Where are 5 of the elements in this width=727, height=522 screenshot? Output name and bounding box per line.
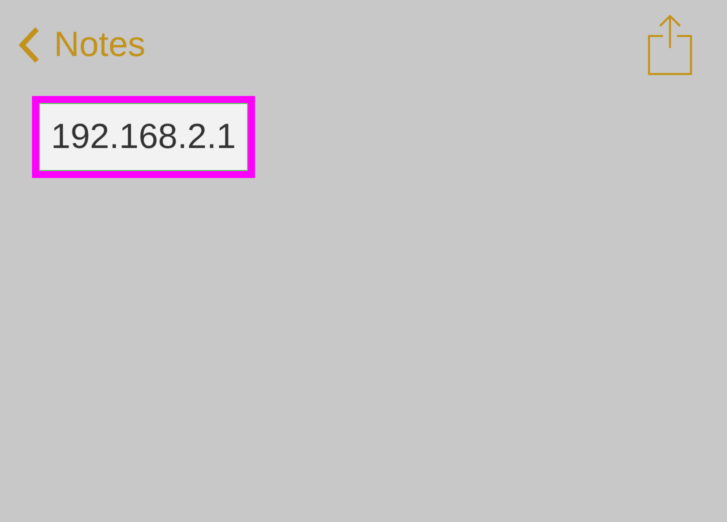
chevron-left-icon xyxy=(18,26,40,64)
note-text: 192.168.2.1 xyxy=(32,96,255,178)
share-button[interactable] xyxy=(647,14,693,76)
share-icon xyxy=(647,14,693,76)
back-button[interactable]: Notes xyxy=(18,25,146,65)
